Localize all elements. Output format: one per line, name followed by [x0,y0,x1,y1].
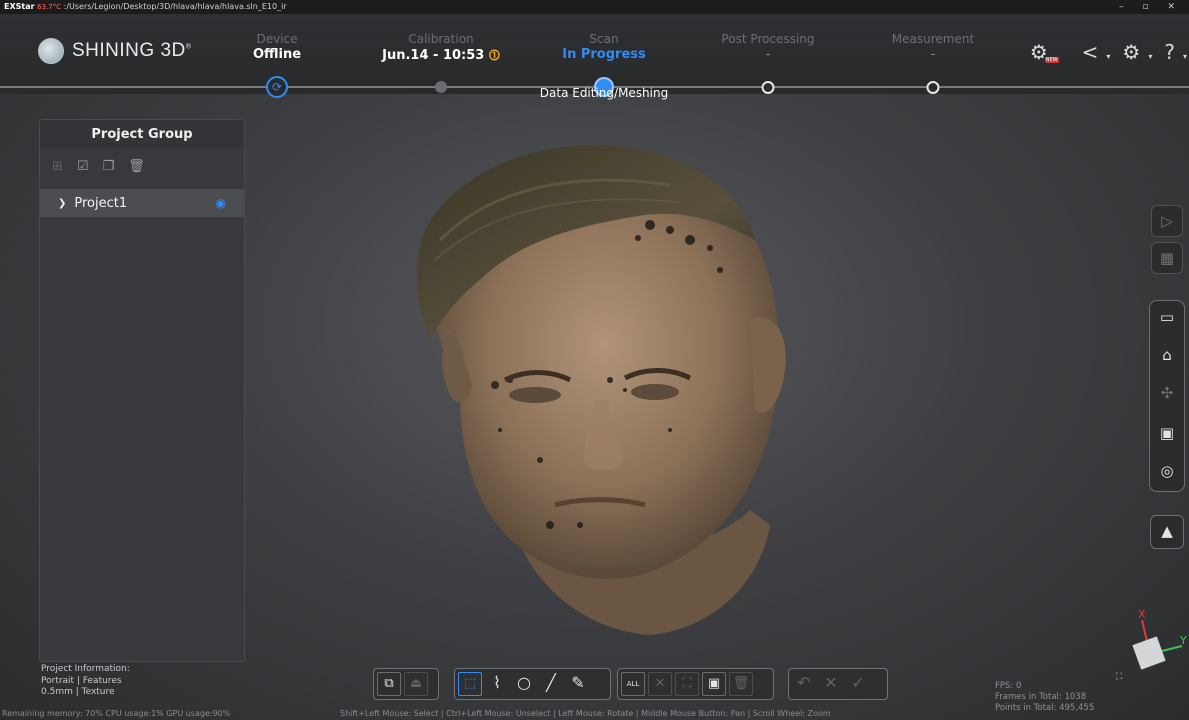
clean-icon[interactable]: ⌂ [1151,340,1183,372]
step-value: In Progress [562,47,646,62]
panel-title: Project Group [40,120,244,149]
scan-model [417,145,786,635]
axis-y-label: Y [1179,634,1187,647]
update-icon[interactable]: ⚙NEW [1030,40,1062,64]
app-name: EXStar [4,2,35,11]
step-label: Post Processing [721,32,815,46]
undo-icon[interactable]: ↶ [792,672,816,696]
project-item[interactable]: ❯ Project1 ◉ [40,189,244,217]
step-scan[interactable]: Scan In Progress [529,32,679,62]
rect-select-icon[interactable]: ⬚ [458,672,482,696]
select-tool-group: ⬚ ⌇ ○ ╱ ✎ [454,668,611,700]
settings-icon[interactable]: ⚙ ▾ [1122,40,1152,64]
status-bar: Remaining memory: 70% CPU usage:1% GPU u… [0,709,1189,720]
invert-icon[interactable]: ⛶ [675,672,699,696]
step-calibration[interactable]: Calibration Jun.14 - 10:53 ⓵ [366,32,516,63]
frames-total: Frames in Total: 1038 [995,692,1087,702]
step-label: Measurement [891,32,975,46]
delete-icon[interactable]: 🗑 [729,672,753,696]
step-label: Device [256,32,298,46]
brush-icon[interactable]: ✎ [566,672,590,696]
cube-icon[interactable]: ⧉ [377,672,401,696]
file-path: :/Users/Legion/Desktop/3D/hlava/hlava/hl… [63,2,287,11]
temperature-badge: 63.7°C [37,3,62,11]
eye-icon[interactable]: ◎ [1151,456,1183,488]
logo-icon [38,38,64,64]
copy-icon[interactable]: ❐ [103,159,115,179]
edit-icon[interactable]: ☑ [77,159,89,179]
fps-counter: FPS: 0 [995,681,1022,691]
step-measurement[interactable]: Measurement - [858,32,1008,62]
project-panel: Project Group ⊞ ☑ ❐ 🗑 ❯ Project1 ◉ [39,119,245,662]
project-info-heading: Project Information: [41,664,130,674]
title-bar: EXStar 63.7°C :/Users/Legion/Desktop/3D/… [0,0,1189,14]
logo-text: SHINING 3D [72,40,186,61]
window-controls[interactable]: – ▫ ✕ [1119,0,1183,14]
system-usage: Remaining memory: 70% CPU usage:1% GPU u… [2,709,231,718]
3d-viewport[interactable] [250,130,930,640]
eye-icon[interactable]: ◉ [216,196,226,210]
line-icon[interactable]: ╱ [539,672,563,696]
axis-gizmo[interactable]: X Y [1120,606,1188,686]
header: SHINING 3D® Device Offline Calibration J… [0,14,1189,98]
polyline-select-icon[interactable]: ⌇ [485,672,509,696]
new-badge: NEW [1044,57,1059,63]
project-info: Project Information: Portrait | Features… [41,664,130,699]
connected-icon[interactable]: ▣ [702,672,726,696]
mouse-hint: Shift+Left Mouse: Select | Ctrl+Left Mou… [340,709,831,718]
step-device[interactable]: Device Offline [202,32,352,62]
chevron-down-icon[interactable]: ❯ [58,198,66,209]
apply-icon[interactable]: ✓ [846,672,870,696]
confirm-tool-group: ↶ ✕ ✓ [788,668,888,700]
share-icon[interactable]: < ▾ [1082,40,1111,64]
scan-icon[interactable]: ▷ [1151,205,1183,237]
cancel-icon[interactable]: ✕ [819,672,843,696]
measurement-node[interactable] [926,81,940,94]
view-tool-group: ⧉ ⏏ [373,668,439,700]
save-icon[interactable]: ▣ [1151,418,1183,450]
puzzle-icon[interactable]: ✣ [1151,378,1183,410]
step-label: Scan [589,32,619,46]
select-all-icon[interactable]: ALL [621,672,645,696]
step-value: Offline [252,47,302,62]
step-post-processing[interactable]: Post Processing - [693,32,843,62]
post-processing-node[interactable] [761,81,775,94]
deselect-icon[interactable]: ✕ [648,672,672,696]
project-name: Project1 [74,195,128,211]
step-value: Jun.14 - 10:53 [382,48,485,63]
step-label: Calibration [408,32,474,46]
project-info-line1: Portrait | Features [41,675,122,686]
mesh-icon[interactable]: ▲ [1150,515,1184,549]
grid-icon[interactable]: ▦ [1151,242,1183,274]
warning-icon[interactable]: ⓵ [489,49,500,62]
axis-x-label: X [1138,608,1146,621]
lasso-icon[interactable]: ○ [512,672,536,696]
edit-tool-group: ALL ✕ ⛶ ▣ 🗑 [617,668,774,700]
help-icon[interactable]: ? ▾ [1164,40,1187,64]
window-icon[interactable]: ▭ [1151,302,1183,334]
step-value: - [765,47,771,62]
plane-icon[interactable]: ⏏ [404,672,428,696]
panel-tools: ⊞ ☑ ❐ 🗑 [40,149,244,189]
project-info-line2: 0.5mm | Texture [41,687,115,697]
scan-sub-step: Data Editing/Meshing [539,86,669,100]
header-tools: ⚙NEW < ▾ ⚙ ▾ ? ▾ [1030,40,1187,64]
step-value: - [930,47,936,62]
device-refresh-icon[interactable]: ⟳ [266,76,288,98]
logo: SHINING 3D® [38,38,191,64]
add-icon[interactable]: ⊞ [52,159,63,179]
delete-icon[interactable]: 🗑 [128,159,145,179]
calibration-node[interactable] [435,81,447,93]
